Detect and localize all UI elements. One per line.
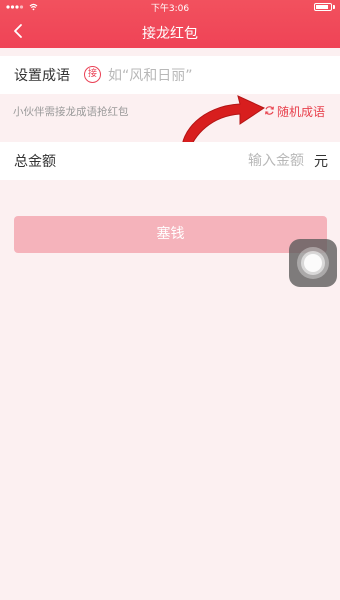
random-idiom-button[interactable]: 随机成语: [264, 102, 328, 120]
jie-badge-icon: 接: [84, 66, 101, 83]
app-header: 下午3:06 接龙红包: [0, 0, 340, 48]
nav-bar: 接龙红包: [0, 16, 340, 48]
idiom-row[interactable]: 设置成语 接 如“风和日丽”: [0, 56, 340, 94]
random-idiom-label: 随机成语: [277, 105, 326, 119]
page-title: 接龙红包: [142, 26, 198, 42]
status-bar: 下午3:06: [0, 0, 340, 14]
battery-cap: [333, 5, 335, 9]
submit-button[interactable]: 塞钱: [14, 216, 327, 253]
amount-unit: 元: [314, 154, 328, 170]
amount-label: 总金额: [14, 154, 56, 170]
assistive-ring-inner: [304, 254, 322, 272]
idiom-input[interactable]: 如“风和日丽”: [108, 65, 193, 85]
amount-input[interactable]: [184, 150, 304, 172]
idiom-label: 设置成语: [14, 68, 70, 84]
battery-icon: [314, 3, 332, 11]
assistive-touch-button[interactable]: [289, 239, 337, 287]
status-time: 下午3:06: [150, 4, 190, 14]
amount-row[interactable]: 总金额 元: [0, 142, 340, 180]
hint-text: 小伙伴需接龙成语抢红包: [13, 106, 129, 118]
